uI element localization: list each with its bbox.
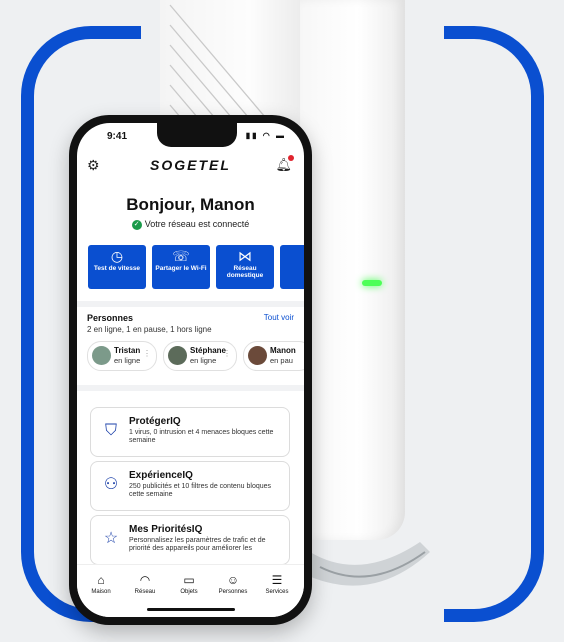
notification-badge xyxy=(288,155,294,161)
protegeriq-card[interactable]: ⛉ ProtégerIQ 1 virus, 0 intrusion et 4 m… xyxy=(90,407,290,457)
people-icon: ☺ xyxy=(226,573,240,587)
router-status-led xyxy=(362,280,382,286)
share-wifi-button[interactable]: ☏ Partager le Wi-Fi xyxy=(152,245,210,289)
router-side-panel xyxy=(300,0,405,540)
person-chip[interactable]: Stéphane en ligne ⋮ xyxy=(163,341,237,371)
nav-personnes[interactable]: ☺ Personnes xyxy=(211,573,255,595)
share-wifi-icon: ☏ xyxy=(172,248,190,264)
person-name: Manon xyxy=(270,346,296,355)
person-chip[interactable]: Manon en pau xyxy=(243,341,304,371)
smartphone: 9:41 ▮▮ ◠ ▬ ⚙ SOGETEL 🔔︎ Bonjour, Manon … xyxy=(69,115,312,625)
star-box-icon: ☆ xyxy=(103,530,119,547)
experienceiq-card[interactable]: ⚇ ExpérienceIQ 250 publicités et 10 filt… xyxy=(90,461,290,511)
signal-icon: ▮▮ xyxy=(245,131,259,140)
network-status: ✓ Votre réseau est connecté xyxy=(77,219,304,230)
status-time: 9:41 xyxy=(107,131,128,142)
bottom-nav: ⌂ Maison ◠ Réseau ▭ Objets ☺ Personnes ☰… xyxy=(77,564,304,617)
avatar xyxy=(92,346,111,365)
top-bar: ⚙ SOGETEL 🔔︎ xyxy=(77,153,304,179)
person-status: en pau xyxy=(270,356,293,365)
person-name: Tristan xyxy=(114,346,141,355)
greeting-title: Bonjour, Manon xyxy=(126,195,255,214)
menu-icon: ☰ xyxy=(271,573,283,587)
person-chip[interactable]: Tristan en ligne ⋮ xyxy=(87,341,157,371)
mes-prioritesiq-card[interactable]: ☆ Mes PrioritésIQ Personnalisez les para… xyxy=(90,515,290,565)
status-icons: ▮▮ ◠ ▬ xyxy=(246,131,286,140)
person-status: en ligne xyxy=(114,356,141,365)
network-icon: ⋈ xyxy=(238,248,252,264)
brand-logo: SOGETEL xyxy=(150,157,231,173)
more-actions-button[interactable] xyxy=(280,245,304,289)
wifi-icon: ◠ xyxy=(262,131,272,140)
people-summary: 2 en ligne, 1 en pause, 1 hors ligne xyxy=(87,325,212,334)
speedometer-icon: ◷ xyxy=(110,248,124,264)
right-brand-bracket xyxy=(444,26,544,622)
shield-check-icon: ⛉ xyxy=(104,422,117,439)
quick-actions: ◷ Test de vitesse ☏ Partager le Wi-Fi ⋈ … xyxy=(88,245,304,289)
card-title: ExpérienceIQ xyxy=(129,470,193,481)
card-description: 250 publicités et 10 filtres de contenu … xyxy=(129,483,272,498)
more-vertical-icon[interactable]: ⋮ xyxy=(143,349,151,358)
check-circle-icon: ✓ xyxy=(131,219,142,230)
battery-icon: ▬ xyxy=(276,131,286,140)
network-status-text: Votre réseau est connecté xyxy=(144,219,250,229)
tile-label: Test de vitesse xyxy=(93,265,141,272)
more-vertical-icon[interactable]: ⋮ xyxy=(223,349,231,358)
status-bar: 9:41 ▮▮ ◠ ▬ xyxy=(77,131,304,149)
section-divider xyxy=(77,301,304,307)
users-gear-icon: ⚇ xyxy=(103,476,119,493)
tile-label: Partager le Wi-Fi xyxy=(155,265,207,272)
nav-label: Personnes xyxy=(218,589,248,595)
nav-objets[interactable]: ▭ Objets xyxy=(167,573,211,595)
home-network-button[interactable]: ⋈ Réseau domestique xyxy=(216,245,274,289)
card-title: Mes PrioritésIQ xyxy=(129,524,203,535)
card-description: 1 virus, 0 intrusion et 4 menaces bloque… xyxy=(129,429,274,444)
nav-maison[interactable]: ⌂ Maison xyxy=(79,573,123,595)
person-status: en ligne xyxy=(190,356,217,365)
tile-label: Réseau domestique xyxy=(226,265,264,279)
avatar xyxy=(168,346,187,365)
router-stand xyxy=(300,542,430,586)
nav-label: Objets xyxy=(180,589,198,595)
nav-services[interactable]: ☰ Services xyxy=(255,573,299,595)
nav-label: Réseau xyxy=(134,589,156,595)
people-section-title: Personnes xyxy=(87,313,134,323)
avatar xyxy=(248,346,267,365)
section-divider xyxy=(77,385,304,391)
see-all-link[interactable]: Tout voir xyxy=(264,313,294,322)
nav-label: Services xyxy=(265,589,289,595)
person-name: Stéphane xyxy=(190,346,227,355)
people-list: Tristan en ligne ⋮ Stéphane en ligne ⋮ M… xyxy=(87,341,304,371)
app-screen: 9:41 ▮▮ ◠ ▬ ⚙ SOGETEL 🔔︎ Bonjour, Manon … xyxy=(77,123,304,617)
card-description: Personnalisez les paramètres de trafic e… xyxy=(129,537,266,552)
speed-test-button[interactable]: ◷ Test de vitesse xyxy=(88,245,146,289)
devices-icon: ▭ xyxy=(183,573,195,587)
nav-reseau[interactable]: ◠ Réseau xyxy=(123,573,167,595)
card-title: ProtégerIQ xyxy=(129,416,181,427)
home-indicator[interactable] xyxy=(147,608,235,611)
home-icon: ⌂ xyxy=(97,573,105,587)
nav-label: Maison xyxy=(91,589,111,595)
wifi-icon: ◠ xyxy=(139,573,151,587)
